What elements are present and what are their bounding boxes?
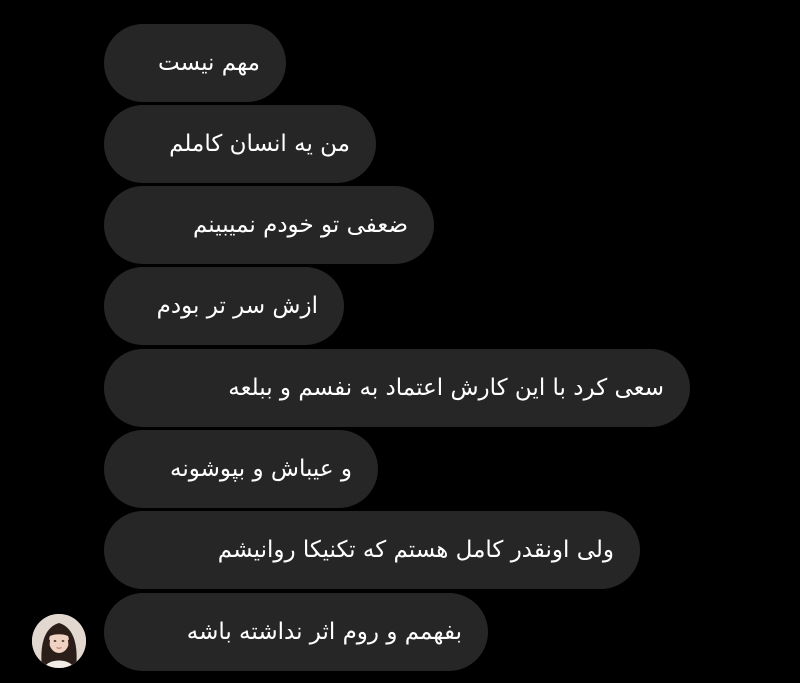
message-bubble[interactable]: و عیباش و بپوشونه bbox=[104, 430, 378, 508]
profile-photo-icon bbox=[32, 614, 86, 668]
message-bubble[interactable]: ازش سر تر بودم bbox=[104, 267, 344, 345]
message-bubble[interactable]: بفهمم و روم اثر نداشته باشه bbox=[104, 593, 488, 671]
message-bubble[interactable]: سعی کرد با این کارش اعتماد به نفسم و ببل… bbox=[104, 349, 690, 427]
message-bubble[interactable]: ضعفی تو خودم نمیبینم bbox=[104, 186, 434, 264]
message-bubble[interactable]: من یه انسان کاملم bbox=[104, 105, 376, 183]
avatar-icon[interactable] bbox=[32, 614, 86, 668]
message-bubble[interactable]: مهم نیست bbox=[104, 24, 286, 102]
message-thread: مهم نیست من یه انسان کاملم ضعفی تو خودم … bbox=[0, 0, 800, 683]
message-bubble[interactable]: ولی اونقدر کامل هستم که تکنیکا روانیشم bbox=[104, 511, 640, 589]
